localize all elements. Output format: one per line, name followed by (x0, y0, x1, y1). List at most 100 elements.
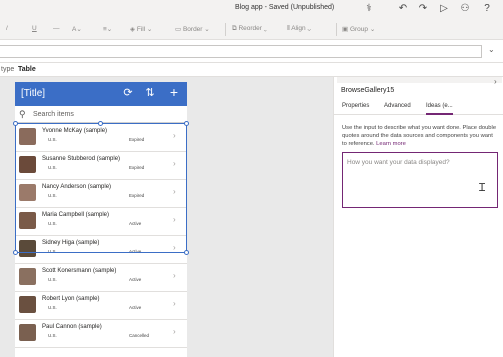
chevron-right-icon[interactable]: › (173, 299, 176, 308)
refresh-icon[interactable]: ⟳ (121, 86, 135, 99)
tab-advanced[interactable]: Advanced (384, 103, 411, 109)
gallery-item-country: U.S. (48, 193, 57, 198)
gallery-item-country: U.S. (48, 165, 57, 170)
data-type-bar: type Table (0, 63, 503, 77)
resize-handle[interactable] (98, 121, 103, 126)
resize-handle[interactable] (184, 121, 189, 126)
avatar (19, 296, 36, 313)
gallery-item-country: U.S. (48, 333, 57, 338)
ideas-input-placeholder: How you want your data displayed? (347, 159, 450, 166)
italic-icon[interactable]: / (6, 25, 8, 32)
group-button[interactable]: ▣ Group ⌄ (342, 25, 375, 33)
gallery-item[interactable]: Paul Cannon (sample) U.S. Cancelled › (15, 320, 187, 348)
gallery-item-name: Susanne Stubberod (sample) (42, 156, 121, 162)
user-add-icon[interactable]: ⚇ (459, 3, 471, 15)
avatar (19, 212, 36, 229)
chevron-right-icon[interactable]: › (173, 327, 176, 336)
tab-properties[interactable]: Properties (342, 103, 369, 109)
search-icon: ⚲ (19, 109, 26, 119)
undo-icon[interactable]: ↶ (397, 3, 409, 15)
gallery-item-status: Active (129, 249, 142, 254)
gallery-item[interactable]: Scott Konersmann (sample) U.S. Active › (15, 264, 187, 292)
resize-handle[interactable] (184, 250, 189, 255)
gallery-item-status: Active (129, 221, 142, 226)
resize-handle[interactable] (13, 121, 18, 126)
tab-ideas[interactable]: Ideas (e... (426, 103, 453, 115)
gallery-item-status: Active (129, 305, 142, 310)
formula-bar: ⌄ (0, 40, 503, 63)
gallery-item-name: Maria Campbell (sample) (42, 212, 110, 218)
gallery-item[interactable]: Maria Campbell (sample) U.S. Active › (15, 208, 187, 236)
reorder-button[interactable]: ⧉ Reorder ⌄ (232, 25, 267, 33)
gallery-item-country: U.S. (48, 249, 57, 254)
app-header-title: [Title] (21, 88, 46, 99)
close-icon[interactable]: › (494, 77, 497, 86)
gallery-item-country: U.S. (48, 221, 57, 226)
gallery-item-country: U.S. (48, 305, 57, 310)
properties-panel: › BrowseGallery15 Properties Advanced Id… (333, 77, 503, 357)
chevron-right-icon[interactable]: › (173, 131, 176, 140)
gallery-item-name: Robert Lyon (sample) (42, 296, 100, 302)
chevron-right-icon[interactable]: › (173, 243, 176, 252)
align-button[interactable]: ⫴ Align ⌄ (287, 25, 311, 33)
gallery-item-country: U.S. (48, 277, 57, 282)
panel-tabs: Properties Advanced Ideas (e... (334, 103, 503, 115)
gallery-item[interactable]: Susanne Stubberod (sample) U.S. Expired › (15, 152, 187, 180)
gallery-item-name: Sidney Higa (sample) (42, 240, 100, 246)
search-input[interactable]: Search items (33, 111, 74, 118)
sort-icon[interactable]: ⇅ (143, 86, 157, 99)
gallery-item-status: Expired (129, 193, 145, 198)
chevron-right-icon[interactable]: › (173, 187, 176, 196)
chevron-right-icon[interactable]: › (173, 215, 176, 224)
fill-button[interactable]: ◈ Fill ⌄ (130, 25, 152, 33)
formula-input[interactable] (0, 45, 482, 58)
gallery-item-status: Active (129, 277, 142, 282)
title-bar: Blog app - Saved (Unpublished) ⚕ ↶ ↷ ▷ ⚇… (0, 0, 503, 19)
gallery-item-name: Scott Konersmann (sample) (42, 268, 117, 274)
underline-icon[interactable]: U (32, 25, 37, 32)
data-type-value: Table (18, 66, 36, 73)
learn-more-link[interactable]: Learn more (376, 141, 406, 147)
gallery-item-status: Expired (129, 137, 145, 142)
gallery-item-country: U.S. (48, 137, 57, 142)
chevron-right-icon[interactable]: › (173, 271, 176, 280)
avatar (19, 128, 36, 145)
app-header: [Title] ⟳ ⇅ + (15, 82, 187, 106)
gallery-item-status: Cancelled (129, 333, 150, 338)
gallery-item-name: Nancy Anderson (sample) (42, 184, 112, 190)
gallery-item[interactable]: Nancy Anderson (sample) U.S. Expired › (15, 180, 187, 208)
redo-icon[interactable]: ↷ (417, 3, 429, 15)
strikethrough-icon[interactable]: — (53, 25, 60, 32)
chevron-down-icon[interactable]: ⌄ (488, 45, 495, 54)
gallery-item[interactable]: Yvonne McKay (sample) U.S. Expired › (15, 124, 187, 152)
avatar (19, 156, 36, 173)
control-name: BrowseGallery15 (341, 87, 395, 94)
play-icon[interactable]: ▷ (438, 3, 450, 15)
avatar (19, 324, 36, 341)
resize-handle[interactable] (13, 250, 18, 255)
data-type-label: type (1, 66, 15, 73)
app-title: Blog app - Saved (Unpublished) (235, 4, 335, 11)
design-canvas[interactable]: [Title] ⟳ ⇅ + ⚲ Search items Yvonne McKa… (0, 77, 333, 357)
gallery-item[interactable]: Robert Lyon (sample) U.S. Active › (15, 292, 187, 320)
stethoscope-icon[interactable]: ⚕ (363, 3, 375, 15)
gallery-item-name: Yvonne McKay (sample) (42, 128, 108, 134)
align-text-icon[interactable]: ≡⌄ (103, 25, 112, 33)
ideas-input[interactable]: How you want your data displayed? Ɪ (342, 152, 498, 208)
ideas-description: Use the input to describe what you want … (342, 125, 497, 147)
text-cursor-icon: Ɪ (479, 182, 486, 194)
gallery-item[interactable]: Sidney Higa (sample) U.S. Active › (15, 236, 187, 264)
help-icon[interactable]: ? (481, 3, 493, 15)
border-button[interactable]: ▭ Border ⌄ (175, 25, 210, 33)
avatar (19, 184, 36, 201)
browse-gallery[interactable]: Yvonne McKay (sample) U.S. Expired › Susanne… (15, 124, 187, 348)
gallery-item-status: Expired (129, 165, 145, 170)
chevron-right-icon[interactable]: › (173, 159, 176, 168)
avatar (19, 240, 36, 257)
gallery-item-name: Paul Cannon (sample) (42, 324, 102, 330)
add-icon[interactable]: + (167, 84, 181, 100)
ribbon-toolbar: / U — A⌄ ≡⌄ ◈ Fill ⌄ ▭ Border ⌄ ⧉ Reorde… (0, 19, 503, 40)
panel-header-strip (337, 77, 502, 83)
font-color-icon[interactable]: A⌄ (72, 25, 82, 33)
avatar (19, 268, 36, 285)
